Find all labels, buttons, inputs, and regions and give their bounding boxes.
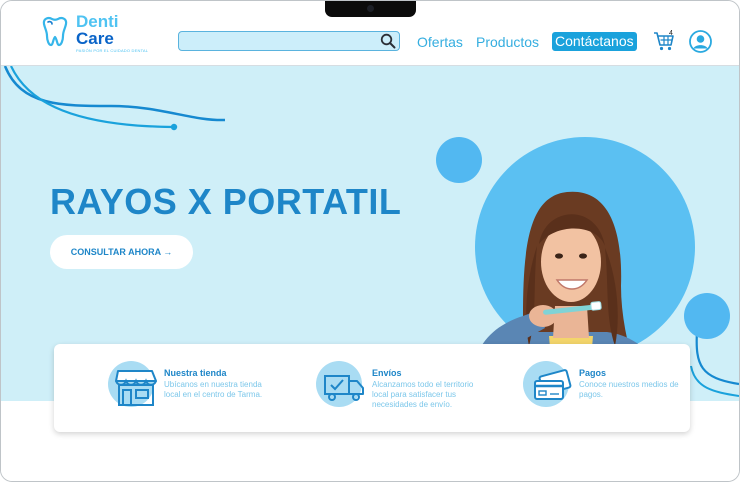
nav-link-ofertas[interactable]: Ofertas (417, 34, 463, 50)
camera-notch (325, 1, 416, 17)
credit-card-icon (534, 369, 572, 400)
feature-description: Alcanzamos todo el territorio local para… (372, 380, 474, 409)
search-bar[interactable] (178, 31, 400, 51)
decorative-circle (684, 293, 730, 339)
store-icon (115, 370, 157, 406)
app-frame: Denti Care PASIÓN POR EL CUIDADO DENTAL … (0, 0, 740, 482)
consult-now-button[interactable]: CONSULTAR AHORA → (50, 235, 193, 269)
brand-tagline: PASIÓN POR EL CUIDADO DENTAL (76, 48, 149, 53)
tooth-logo-icon (42, 16, 68, 47)
delivery-truck-icon (324, 375, 364, 401)
feature-title: Nuestra tienda (164, 368, 227, 378)
camera-dot (367, 5, 374, 12)
brand-name-care: Care (76, 29, 114, 48)
search-icon[interactable] (380, 33, 396, 49)
features-card: Nuestra tienda Ubícanos en nuestra tiend… (54, 344, 690, 432)
contact-button[interactable]: Contáctanos (552, 32, 637, 51)
feature-title: Pagos (579, 368, 607, 378)
feature-description: Ubícanos en nuestra tienda local en el c… (164, 380, 263, 399)
nav-link-productos[interactable]: Productos (476, 34, 539, 50)
search-input[interactable] (185, 34, 379, 50)
feature-title: Envíos (372, 368, 402, 378)
cart-count-badge: 4 (669, 30, 673, 37)
hero-title: RAYOS X PORTATIL (50, 181, 402, 222)
user-avatar-icon[interactable] (689, 30, 712, 53)
feature-description: Conoce nuestros medios de pagos. (579, 380, 679, 399)
